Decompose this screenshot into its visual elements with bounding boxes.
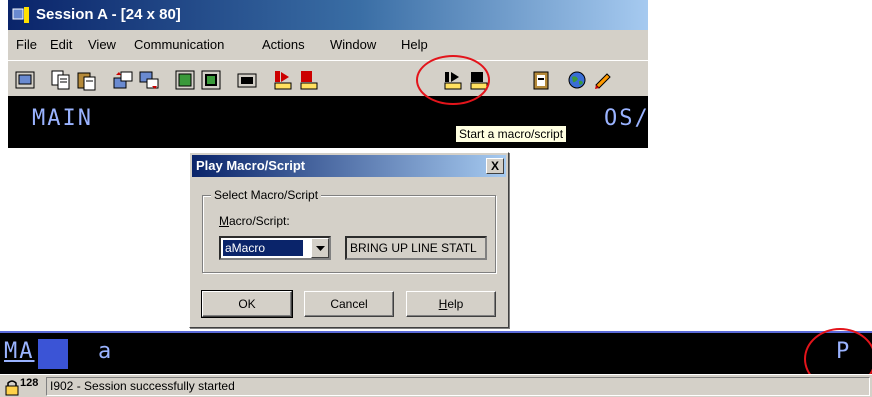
menu-bar: File Edit View Communication Actions Win… <box>8 32 648 58</box>
print-screen-icon[interactable] <box>12 67 38 93</box>
menu-view[interactable]: View <box>88 37 116 52</box>
color-map-icon[interactable] <box>198 67 224 93</box>
ok-button[interactable]: OK <box>201 290 293 318</box>
send-file-icon[interactable] <box>110 67 136 93</box>
terminal-main-text: MAIN <box>32 106 93 131</box>
status-bar: 128 I902 - Session successfully started <box>0 374 872 397</box>
groupbox-label: Select Macro/Script <box>211 188 322 202</box>
cancel-button[interactable]: Cancel <box>304 291 394 317</box>
macro-select[interactable]: aMacro <box>219 236 331 260</box>
terminal-os-text: OS/ <box>604 106 648 131</box>
copy-icon[interactable] <box>48 67 74 93</box>
menu-file[interactable]: File <box>16 37 37 52</box>
toolbar <box>8 60 648 96</box>
keyboard-icon[interactable] <box>234 67 260 93</box>
stop-macro-icon[interactable] <box>296 67 322 93</box>
display-setup-icon[interactable] <box>172 67 198 93</box>
dialog-titlebar[interactable]: Play Macro/Script X <box>192 155 506 177</box>
annotation-circle-toolbar <box>416 55 490 105</box>
toolbar-tooltip: Start a macro/script <box>455 125 568 143</box>
globe-icon[interactable] <box>564 67 590 93</box>
menu-communication[interactable]: Communication <box>134 37 224 52</box>
session-count: 128 <box>20 377 39 389</box>
menu-actions[interactable]: Actions <box>262 37 305 52</box>
dialog-title: Play Macro/Script <box>196 158 306 173</box>
terminal-ma-text: MA <box>4 339 35 364</box>
help-button[interactable]: Help <box>406 291 496 317</box>
status-message: I902 - Session successfully started <box>46 377 870 396</box>
help-button-rest: elp <box>447 297 464 311</box>
chevron-down-icon[interactable] <box>311 238 329 258</box>
menu-help[interactable]: Help <box>401 37 428 52</box>
play-macro-dialog: Play Macro/Script X Select Macro/Script … <box>189 152 509 328</box>
cursor-block <box>38 339 68 369</box>
close-icon[interactable]: X <box>486 158 504 174</box>
clipboard-icon[interactable] <box>528 67 554 93</box>
paste-icon[interactable] <box>74 67 100 93</box>
terminal-screen-bottom[interactable]: MA a P <box>0 331 872 374</box>
window-title: Session A - [24 x 80] <box>36 6 181 23</box>
macro-groupbox: Select Macro/Script Macro/Script: aMacro… <box>202 188 496 273</box>
receive-file-icon[interactable] <box>136 67 162 93</box>
menu-window[interactable]: Window <box>330 37 376 52</box>
edit-icon[interactable] <box>590 67 616 93</box>
macro-field-label-rest: acro/Script: <box>229 214 290 228</box>
terminal-cursor-text: a <box>98 339 114 364</box>
macro-description: BRING UP LINE STATL <box>345 236 487 260</box>
macro-select-value: aMacro <box>223 240 303 256</box>
macro-field-label: Macro/Script: <box>219 214 290 228</box>
record-macro-icon[interactable] <box>270 67 296 93</box>
menu-edit[interactable]: Edit <box>50 37 72 52</box>
session-icon <box>12 7 29 23</box>
lock-icon <box>5 380 19 396</box>
window-titlebar[interactable]: Session A - [24 x 80] <box>8 0 648 30</box>
